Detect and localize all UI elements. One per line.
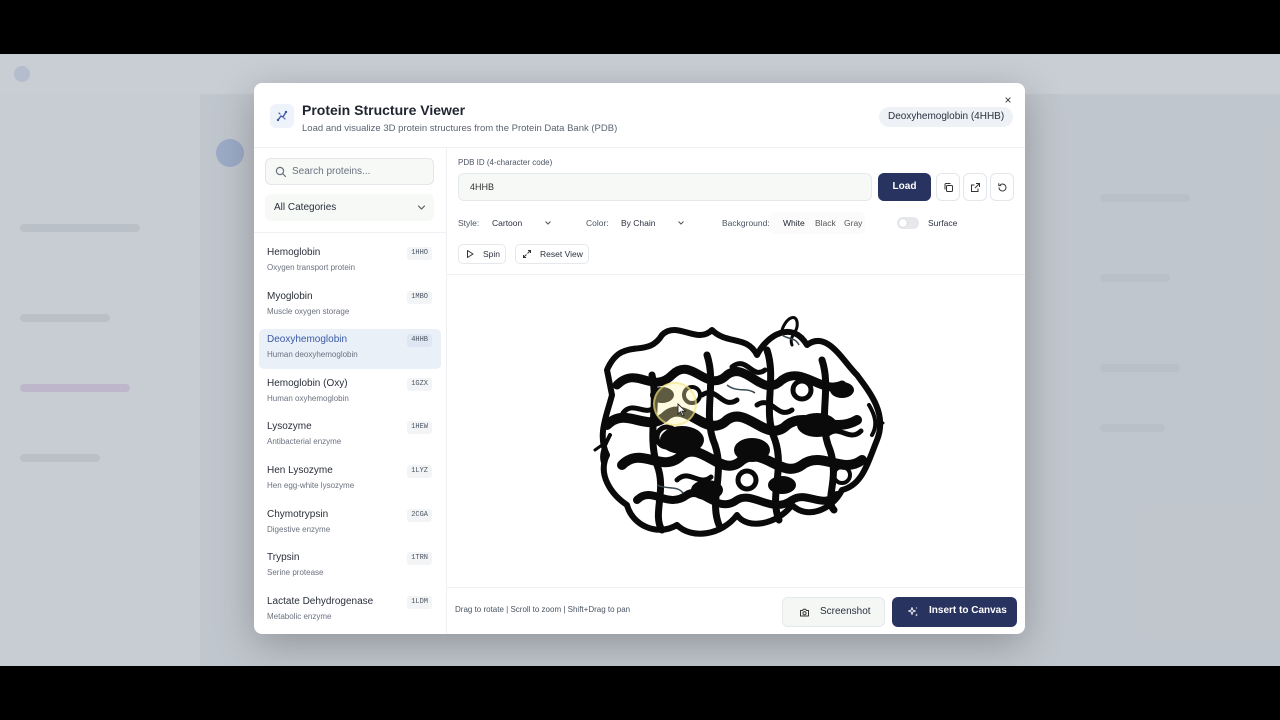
screenshot-label: Screenshot <box>820 606 871 617</box>
chevron-down-icon <box>545 221 551 225</box>
spin-button[interactable]: Spin <box>458 244 506 264</box>
letterbox-bottom <box>0 666 1280 720</box>
pdb-code-badge: 1LDM <box>407 595 432 609</box>
background-white-option[interactable]: White <box>783 218 805 228</box>
protein-name: Lactate Dehydrogenase <box>267 595 374 607</box>
open-external-button[interactable] <box>963 173 987 201</box>
chevron-down-icon <box>678 221 684 225</box>
close-icon: × <box>1004 93 1012 107</box>
protein-description: Muscle oxygen storage <box>267 306 350 316</box>
protein-list-item[interactable]: Hemoglobin Oxygen transport protein 1HHO <box>259 242 441 282</box>
protein-description: Digestive enzyme <box>267 524 331 534</box>
protein-description: Human oxyhemoglobin <box>267 393 349 403</box>
protein-list: Hemoglobin Oxygen transport protein 1HHO My… <box>259 242 441 634</box>
protein-name: Deoxyhemoglobin <box>267 334 348 346</box>
protein-description: Metabolic enzyme <box>267 611 332 621</box>
surface-label: Surface <box>928 218 958 228</box>
pdb-code-badge: 1TRN <box>407 552 432 566</box>
load-button[interactable]: Load <box>878 173 931 201</box>
refresh-button[interactable] <box>990 173 1014 201</box>
style-select-value: Cartoon <box>492 218 523 228</box>
pdb-code-badge: 1GZX <box>407 377 432 391</box>
mouse-cursor-icon <box>677 403 687 417</box>
category-select[interactable]: All Categories <box>265 194 434 221</box>
protein-list-item[interactable]: Lysozyme Antibacterial enzyme 1HEW <box>259 416 441 456</box>
cursor-highlight <box>653 382 697 426</box>
external-link-icon <box>970 182 980 192</box>
reset-view-button[interactable]: Reset View <box>515 244 589 264</box>
color-select-value: By Chain <box>621 218 656 228</box>
refresh-icon <box>997 182 1006 192</box>
protein-list-item[interactable]: Myoglobin Muscle oxygen storage 1MBO <box>259 286 441 326</box>
protein-list-item[interactable]: Hen Lysozyme Hen egg-white lysozyme 1LYZ <box>259 460 441 500</box>
copy-button[interactable] <box>936 173 960 201</box>
background-gray-option[interactable]: Gray <box>844 218 862 228</box>
protein-name: Myoglobin <box>267 290 313 302</box>
surface-toggle[interactable] <box>897 217 919 229</box>
search-icon <box>275 166 287 178</box>
protein-description: Antibacterial enzyme <box>267 437 342 447</box>
toggle-knob <box>899 219 907 227</box>
play-icon <box>467 250 474 258</box>
chevron-down-icon <box>417 205 426 210</box>
protein-name: Trypsin <box>267 552 300 564</box>
background-label: Background: <box>722 218 770 228</box>
insert-to-canvas-button[interactable]: Insert to Canvas <box>892 597 1017 627</box>
viewer-panel: PDB ID (4-character code) Load Style: Ca <box>447 147 1025 634</box>
protein-viewer-modal: Protein Structure Viewer Load and visual… <box>254 83 1025 634</box>
reset-view-label: Reset View <box>540 249 583 259</box>
style-label: Style: <box>458 218 480 228</box>
protein-list-item[interactable]: Deoxyhemoglobin Human deoxyhemoglobin 4HHB <box>259 329 441 370</box>
background-black-option[interactable]: Black <box>815 218 836 228</box>
pdb-code-badge: 1LYZ <box>407 464 432 478</box>
search-box <box>265 158 434 185</box>
list-divider <box>254 232 446 233</box>
close-button[interactable]: × <box>1001 93 1015 107</box>
protein-name: Lysozyme <box>267 421 312 433</box>
screenshot-button[interactable]: Screenshot <box>782 597 885 627</box>
modal-subtitle: Load and visualize 3D protein structures… <box>302 123 618 134</box>
camera-icon <box>800 608 809 617</box>
protein-list-item[interactable]: Lactate Dehydrogenase Metabolic enzyme 1LD… <box>259 591 441 631</box>
color-label: Color: <box>586 218 609 228</box>
modal-title: Protein Structure Viewer <box>302 102 466 118</box>
spin-label: Spin <box>483 249 501 259</box>
copy-icon <box>944 182 953 192</box>
pdb-code-badge: 1HHO <box>407 247 432 260</box>
pdb-code-badge: 4HHB <box>407 334 432 348</box>
protein-name: Chymotrypsin <box>267 508 329 520</box>
letterbox-top <box>0 0 1280 54</box>
protein-name: Hemoglobin <box>267 247 321 258</box>
expand-icon <box>523 250 531 258</box>
protein-sidebar: All Categories Hemoglobin Oxygen transpor… <box>254 147 447 634</box>
pdb-code-badge: 1MBO <box>407 290 432 304</box>
insert-to-canvas-label: Insert to Canvas <box>929 605 1007 616</box>
pdb-code-badge: 1HEW <box>407 421 432 435</box>
protein-list-item[interactable]: Trypsin Serine protease 1TRN <box>259 547 441 587</box>
protein-description: Serine protease <box>267 568 324 578</box>
protein-list-item[interactable]: Chymotrypsin Digestive enzyme 2CGA <box>259 504 441 544</box>
protein-name: Hemoglobin (Oxy) <box>267 377 348 389</box>
modal-header: Protein Structure Viewer Load and visual… <box>254 83 1025 148</box>
search-input[interactable] <box>292 162 428 181</box>
protein-description: Hen egg-white lysozyme <box>267 480 355 490</box>
color-select[interactable]: By Chain <box>613 213 691 233</box>
pdb-code-badge: 2CGA <box>407 508 432 522</box>
category-select-value: All Categories <box>274 202 337 213</box>
protein-description: Human deoxyhemoglobin <box>267 350 358 360</box>
viewer-hint: Drag to rotate | Scroll to zoom | Shift+… <box>455 605 631 614</box>
protein-structure-render <box>593 316 885 537</box>
pdb-id-label: PDB ID (4-character code) <box>458 158 553 167</box>
pdb-id-input[interactable] <box>458 173 872 201</box>
sparkle-icon <box>908 607 918 617</box>
protein-name: Hen Lysozyme <box>267 464 333 476</box>
selected-protein-badge: Deoxyhemoglobin (4HHB) <box>879 107 1014 127</box>
protein-list-item[interactable]: Hemoglobin (Oxy) Human oxyhemoglobin 1GZX <box>259 373 441 413</box>
molecule-icon <box>270 104 294 128</box>
3d-structure-viewer[interactable] <box>447 275 1025 587</box>
style-select[interactable]: Cartoon <box>484 213 558 233</box>
protein-description: Oxygen transport protein <box>267 263 356 272</box>
footer-divider <box>447 587 1025 588</box>
